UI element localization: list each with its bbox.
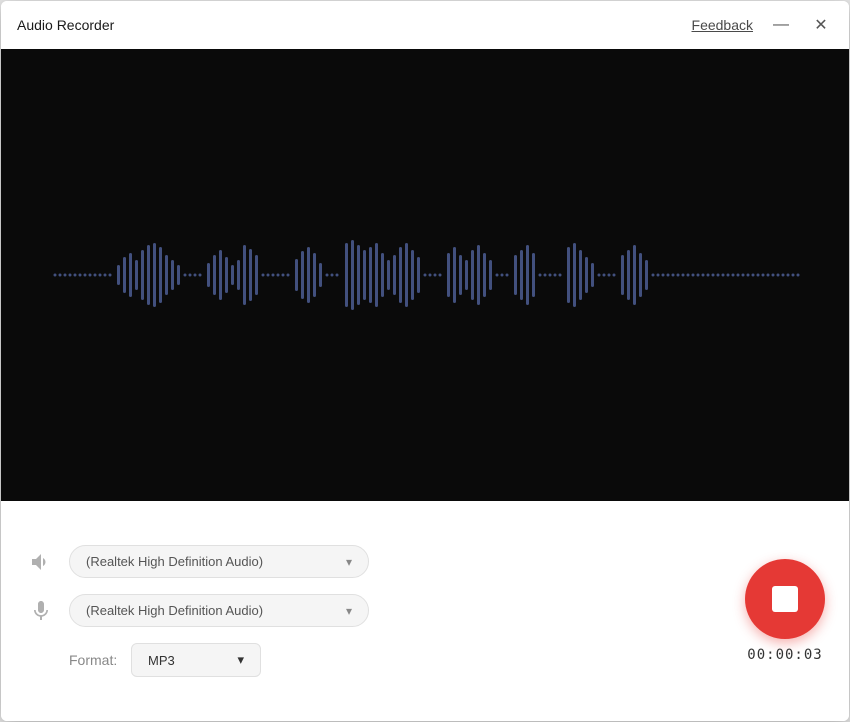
title-bar-right: Feedback — ✕ bbox=[692, 13, 833, 37]
microphone-icon bbox=[25, 595, 57, 627]
mic-chevron-icon: ▾ bbox=[346, 604, 352, 618]
time-display: 00:00:03 bbox=[747, 647, 822, 663]
title-bar: Audio Recorder Feedback — ✕ bbox=[1, 1, 849, 49]
format-label: Format: bbox=[69, 652, 119, 668]
waveform-area bbox=[1, 49, 849, 501]
format-row: Format: MP3 ▾ bbox=[69, 643, 725, 677]
speaker-dropdown[interactable]: (Realtek High Definition Audio) ▾ bbox=[69, 545, 369, 578]
waveform-svg bbox=[45, 235, 805, 315]
controls-area: (Realtek High Definition Audio) ▾ (Realt… bbox=[1, 501, 849, 721]
speaker-dropdown-value: (Realtek High Definition Audio) bbox=[86, 554, 263, 569]
minimize-button[interactable]: — bbox=[769, 13, 793, 37]
close-button[interactable]: ✕ bbox=[809, 13, 833, 37]
mic-row: (Realtek High Definition Audio) ▾ bbox=[25, 594, 725, 627]
feedback-link[interactable]: Feedback bbox=[692, 17, 753, 33]
title-bar-left: Audio Recorder bbox=[17, 17, 114, 33]
format-chevron-icon: ▾ bbox=[237, 652, 244, 668]
stop-record-button[interactable] bbox=[745, 559, 825, 639]
stop-icon bbox=[772, 586, 798, 612]
waveform-display bbox=[1, 49, 849, 501]
app-window: Audio Recorder Feedback — ✕ bbox=[1, 1, 849, 721]
speaker-chevron-icon: ▾ bbox=[346, 555, 352, 569]
speaker-row: (Realtek High Definition Audio) ▾ bbox=[25, 545, 725, 578]
mic-dropdown[interactable]: (Realtek High Definition Audio) ▾ bbox=[69, 594, 369, 627]
speaker-icon bbox=[25, 546, 57, 578]
controls-left: (Realtek High Definition Audio) ▾ (Realt… bbox=[25, 545, 725, 677]
mic-dropdown-value: (Realtek High Definition Audio) bbox=[86, 603, 263, 618]
format-value: MP3 bbox=[148, 653, 175, 668]
record-section: 00:00:03 bbox=[725, 559, 825, 663]
format-dropdown[interactable]: MP3 ▾ bbox=[131, 643, 261, 677]
window-title: Audio Recorder bbox=[17, 17, 114, 33]
